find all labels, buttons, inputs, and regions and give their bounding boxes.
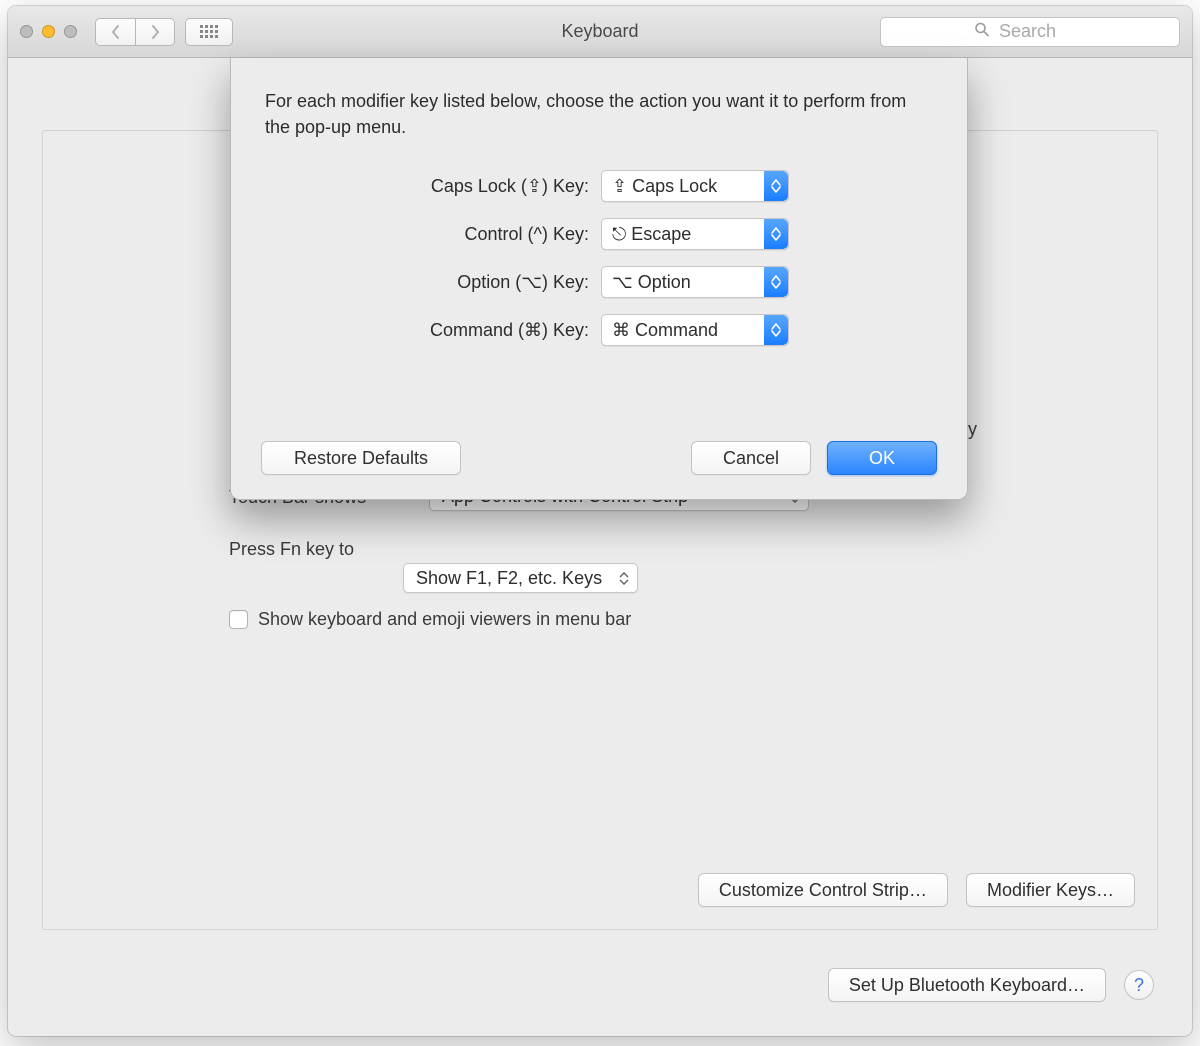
- updown-icon: [764, 171, 788, 201]
- capslock-row: Caps Lock (⇪) Key: ⇪ Caps Lock: [359, 170, 933, 202]
- command-select-value: ⌘ Command: [612, 320, 718, 341]
- close-button[interactable]: [20, 25, 33, 38]
- ok-button[interactable]: OK: [827, 441, 937, 475]
- help-icon: ?: [1134, 975, 1144, 996]
- control-select-value: ⎋ Escape: [612, 224, 691, 245]
- command-select[interactable]: ⌘ Command: [601, 314, 789, 346]
- control-label: Control (^) Key:: [359, 224, 589, 245]
- capslock-select-value: ⇪ Caps Lock: [612, 176, 717, 197]
- panel-bottom-buttons: Customize Control Strip… Modifier Keys…: [698, 873, 1135, 907]
- updown-icon: [617, 569, 631, 587]
- cancel-button[interactable]: Cancel: [691, 441, 811, 475]
- command-row: Command (⌘) Key: ⌘ Command: [359, 314, 933, 346]
- forward-button[interactable]: [135, 18, 175, 46]
- fn-select-value: Show F1, F2, etc. Keys: [416, 568, 602, 589]
- updown-icon: [764, 219, 788, 249]
- control-select[interactable]: ⎋ Escape: [601, 218, 789, 250]
- titlebar: Keyboard: [8, 6, 1192, 58]
- updown-icon: [764, 315, 788, 345]
- fn-label: Press Fn key to: [229, 539, 354, 560]
- emoji-viewer-checkbox-row: Show keyboard and emoji viewers in menu …: [229, 609, 631, 630]
- option-select[interactable]: ⌥ Option: [601, 266, 789, 298]
- nav-buttons: [95, 18, 175, 46]
- sheet-buttons: Restore Defaults Cancel OK: [261, 441, 937, 475]
- modifier-keys-sheet: For each modifier key listed below, choo…: [230, 58, 968, 500]
- restore-defaults-button[interactable]: Restore Defaults: [261, 441, 461, 475]
- help-button[interactable]: ?: [1124, 970, 1154, 1000]
- option-select-value: ⌥ Option: [612, 272, 691, 293]
- option-row: Option (⌥) Key: ⌥ Option: [359, 266, 933, 298]
- command-label: Command (⌘) Key:: [359, 320, 589, 341]
- search-icon: [974, 21, 990, 42]
- control-row: Control (^) Key: ⎋ Escape: [359, 218, 933, 250]
- fn-select[interactable]: Show F1, F2, etc. Keys: [403, 563, 638, 593]
- capslock-select[interactable]: ⇪ Caps Lock: [601, 170, 789, 202]
- customize-control-strip-button[interactable]: Customize Control Strip…: [698, 873, 948, 907]
- chevron-left-icon: [111, 25, 121, 39]
- chevron-right-icon: [150, 25, 160, 39]
- option-label: Option (⌥) Key:: [359, 272, 589, 293]
- window-bottom-row: Set Up Bluetooth Keyboard… ?: [828, 968, 1154, 1002]
- emoji-viewer-checkbox-label: Show keyboard and emoji viewers in menu …: [258, 609, 631, 630]
- capslock-label: Caps Lock (⇪) Key:: [359, 176, 589, 197]
- traffic-lights: [20, 25, 77, 38]
- sheet-form: Caps Lock (⇪) Key: ⇪ Caps Lock Control (…: [265, 170, 933, 346]
- zoom-button[interactable]: [64, 25, 77, 38]
- back-button[interactable]: [95, 18, 135, 46]
- modifier-keys-button[interactable]: Modifier Keys…: [966, 873, 1135, 907]
- preferences-window: Keyboard ty Touch Bar shows App Controls…: [8, 6, 1192, 1036]
- search-input[interactable]: [880, 17, 1180, 47]
- show-all-button[interactable]: [185, 18, 233, 46]
- sheet-instructions: For each modifier key listed below, choo…: [265, 88, 933, 140]
- updown-icon: [764, 267, 788, 297]
- bluetooth-keyboard-button[interactable]: Set Up Bluetooth Keyboard…: [828, 968, 1106, 1002]
- search-wrap: [880, 17, 1180, 47]
- grid-icon: [200, 25, 218, 38]
- minimize-button[interactable]: [42, 25, 55, 38]
- emoji-viewer-checkbox[interactable]: [229, 610, 248, 629]
